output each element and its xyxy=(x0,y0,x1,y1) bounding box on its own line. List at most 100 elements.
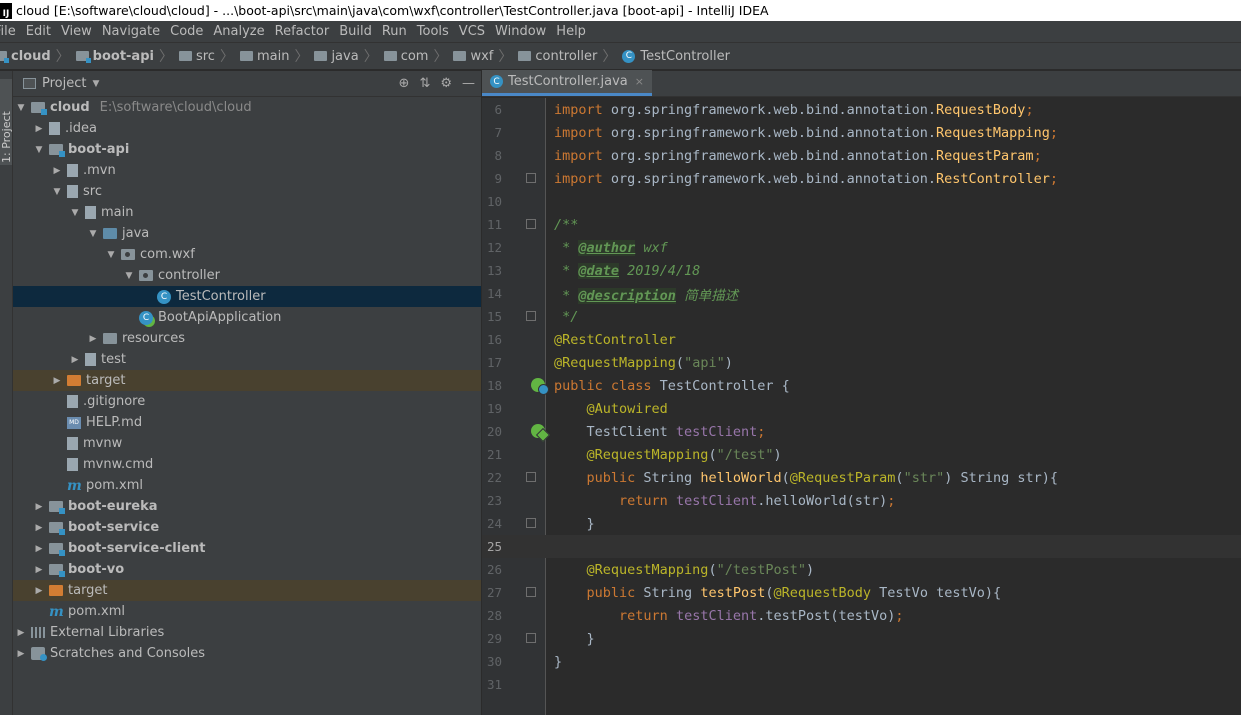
tree-item-boot-service-client[interactable]: ▶ boot-service-client xyxy=(13,538,481,559)
tree-item-com-wxf[interactable]: ▼ com.wxf xyxy=(13,244,481,265)
tree-item-boot-service[interactable]: ▶ boot-service xyxy=(13,517,481,538)
code-line[interactable]: 16 @RestController xyxy=(482,328,1241,351)
code-line[interactable]: 19 @Autowired xyxy=(482,397,1241,420)
project-tool-window-tab[interactable]: 1: Project xyxy=(0,79,13,165)
code-line[interactable]: 26 @RequestMapping("/testPost") xyxy=(482,558,1241,581)
code-line[interactable]: 29 } xyxy=(482,627,1241,650)
code-line[interactable]: 9 import org.springframework.web.bind.ann… xyxy=(482,167,1241,190)
tree-item-boot-vo[interactable]: ▶ boot-vo xyxy=(13,559,481,580)
tree-item-testcontroller[interactable]: C TestController xyxy=(13,286,481,307)
code-line[interactable]: 15 */ xyxy=(482,305,1241,328)
tree-item-src[interactable]: ▼ src xyxy=(13,181,481,202)
code-line[interactable]: 13 * @date 2019/4/18 xyxy=(482,259,1241,282)
code-line[interactable]: 25 xyxy=(482,535,1241,558)
code-line[interactable]: 18 public class TestController { xyxy=(482,374,1241,397)
tree-item-pom-xml[interactable]: m pom.xml xyxy=(13,475,481,496)
chevron-down-icon[interactable]: ▼ xyxy=(69,208,81,218)
chevron-down-icon[interactable]: ▼ xyxy=(92,79,99,89)
chevron-down-icon[interactable]: ▼ xyxy=(33,145,45,155)
tree-item-target[interactable]: ▶ target xyxy=(13,370,481,391)
chevron-right-icon[interactable]: ▶ xyxy=(33,523,45,533)
chevron-down-icon[interactable]: ▼ xyxy=(123,271,135,281)
tree-item-test[interactable]: ▶ test xyxy=(13,349,481,370)
collapse-all-icon[interactable]: ⇅ xyxy=(419,76,430,91)
chevron-right-icon[interactable]: ▶ xyxy=(15,628,27,638)
tree-item-bootapiapplication[interactable]: C BootApiApplication xyxy=(13,307,481,328)
code-line[interactable]: 8 import org.springframework.web.bind.ann… xyxy=(482,144,1241,167)
code-line[interactable]: 20 TestClient testClient; xyxy=(482,420,1241,443)
code-line[interactable]: 14 * @description 简单描述 xyxy=(482,282,1241,305)
tree-item-main[interactable]: ▼ main xyxy=(13,202,481,223)
breadcrumb-boot-api[interactable]: boot-api 〉 xyxy=(70,46,173,66)
code-line[interactable]: 28 return testClient.testPost(testVo); xyxy=(482,604,1241,627)
tree-item--gitignore[interactable]: .gitignore xyxy=(13,391,481,412)
tree-item-mvnw[interactable]: mvnw xyxy=(13,433,481,454)
tree-item-java[interactable]: ▼ java xyxy=(13,223,481,244)
code-line[interactable]: 6 import org.springframework.web.bind.ann… xyxy=(482,98,1241,121)
code-line[interactable]: 22 public String helloWorld(@RequestPara… xyxy=(482,466,1241,489)
menu-item-run[interactable]: Run xyxy=(377,24,412,39)
tree-item-boot-eureka[interactable]: ▶ boot-eureka xyxy=(13,496,481,517)
breadcrumb-main[interactable]: main 〉 xyxy=(234,46,308,66)
chevron-right-icon[interactable]: ▶ xyxy=(33,565,45,575)
tree-item-boot-api[interactable]: ▼ boot-api xyxy=(13,139,481,160)
code-line[interactable]: 31 xyxy=(482,673,1241,696)
locate-file-icon[interactable]: ⊕ xyxy=(399,76,410,91)
tree-item-cloud[interactable]: ▼ cloud E:\software\cloud\cloud xyxy=(13,97,481,118)
breadcrumb-java[interactable]: java 〉 xyxy=(308,46,378,66)
fold-marker-icon[interactable] xyxy=(526,587,536,597)
menu-item-help[interactable]: Help xyxy=(551,24,591,39)
tree-item-external-libraries[interactable]: ▶ External Libraries xyxy=(13,622,481,643)
fold-marker-icon[interactable] xyxy=(526,311,536,321)
breadcrumb-wxf[interactable]: wxf 〉 xyxy=(447,46,512,66)
menu-item-build[interactable]: Build xyxy=(334,24,377,39)
menu-item-view[interactable]: View xyxy=(56,24,97,39)
chevron-down-icon[interactable]: ▼ xyxy=(105,250,117,260)
tree-item-scratches-and-consoles[interactable]: ▶ Scratches and Consoles xyxy=(13,643,481,664)
tree-item-controller[interactable]: ▼ controller xyxy=(13,265,481,286)
project-view-selector[interactable]: Project xyxy=(42,76,86,91)
tree-item-mvnw-cmd[interactable]: mvnw.cmd xyxy=(13,454,481,475)
chevron-right-icon[interactable]: ▶ xyxy=(51,376,63,386)
menu-item-tools[interactable]: Tools xyxy=(412,24,454,39)
chevron-right-icon[interactable]: ▶ xyxy=(33,586,45,596)
code-line[interactable]: 23 return testClient.helloWorld(str); xyxy=(482,489,1241,512)
breadcrumb-testcontroller[interactable]: C TestController xyxy=(616,49,730,64)
breadcrumb-cloud[interactable]: cloud 〉 xyxy=(0,46,70,66)
hide-panel-icon[interactable]: — xyxy=(462,76,475,91)
chevron-right-icon[interactable]: ▶ xyxy=(87,334,99,344)
close-icon[interactable]: × xyxy=(635,75,644,88)
spring-autowired-icon[interactable] xyxy=(531,424,545,438)
menu-item-file[interactable]: File xyxy=(0,24,21,39)
editor-tab-testcontroller[interactable]: C TestController.java × xyxy=(482,70,652,96)
menu-item-analyze[interactable]: Analyze xyxy=(208,24,269,39)
code-editor[interactable]: 6 import org.springframework.web.bind.ann… xyxy=(482,98,1241,715)
tree-item--mvn[interactable]: ▶ .mvn xyxy=(13,160,481,181)
menu-item-code[interactable]: Code xyxy=(165,24,208,39)
chevron-down-icon[interactable]: ▼ xyxy=(51,187,63,197)
tree-item-help-md[interactable]: MD HELP.md xyxy=(13,412,481,433)
tree-item-resources[interactable]: ▶ resources xyxy=(13,328,481,349)
chevron-down-icon[interactable]: ▼ xyxy=(15,103,27,113)
menu-item-window[interactable]: Window xyxy=(490,24,551,39)
breadcrumb-com[interactable]: com 〉 xyxy=(378,46,447,66)
chevron-down-icon[interactable]: ▼ xyxy=(87,229,99,239)
chevron-right-icon[interactable]: ▶ xyxy=(33,502,45,512)
breadcrumb-src[interactable]: src 〉 xyxy=(173,46,234,66)
chevron-right-icon[interactable]: ▶ xyxy=(33,544,45,554)
code-line[interactable]: 17 @RequestMapping("api") xyxy=(482,351,1241,374)
fold-marker-icon[interactable] xyxy=(526,518,536,528)
code-line[interactable]: 21 @RequestMapping("/test") xyxy=(482,443,1241,466)
code-line[interactable]: 11 /** xyxy=(482,213,1241,236)
menu-item-vcs[interactable]: VCS xyxy=(454,24,490,39)
code-line[interactable]: 12 * @author wxf xyxy=(482,236,1241,259)
code-line[interactable]: 27 public String testPost(@RequestBody T… xyxy=(482,581,1241,604)
fold-marker-icon[interactable] xyxy=(526,219,536,229)
code-line[interactable]: 30} xyxy=(482,650,1241,673)
tree-item-target[interactable]: ▶ target xyxy=(13,580,481,601)
fold-marker-icon[interactable] xyxy=(526,633,536,643)
code-line[interactable]: 7 import org.springframework.web.bind.ann… xyxy=(482,121,1241,144)
tree-item-pom-xml[interactable]: m pom.xml xyxy=(13,601,481,622)
gear-icon[interactable]: ⚙ xyxy=(440,76,452,91)
code-line[interactable]: 24 } xyxy=(482,512,1241,535)
